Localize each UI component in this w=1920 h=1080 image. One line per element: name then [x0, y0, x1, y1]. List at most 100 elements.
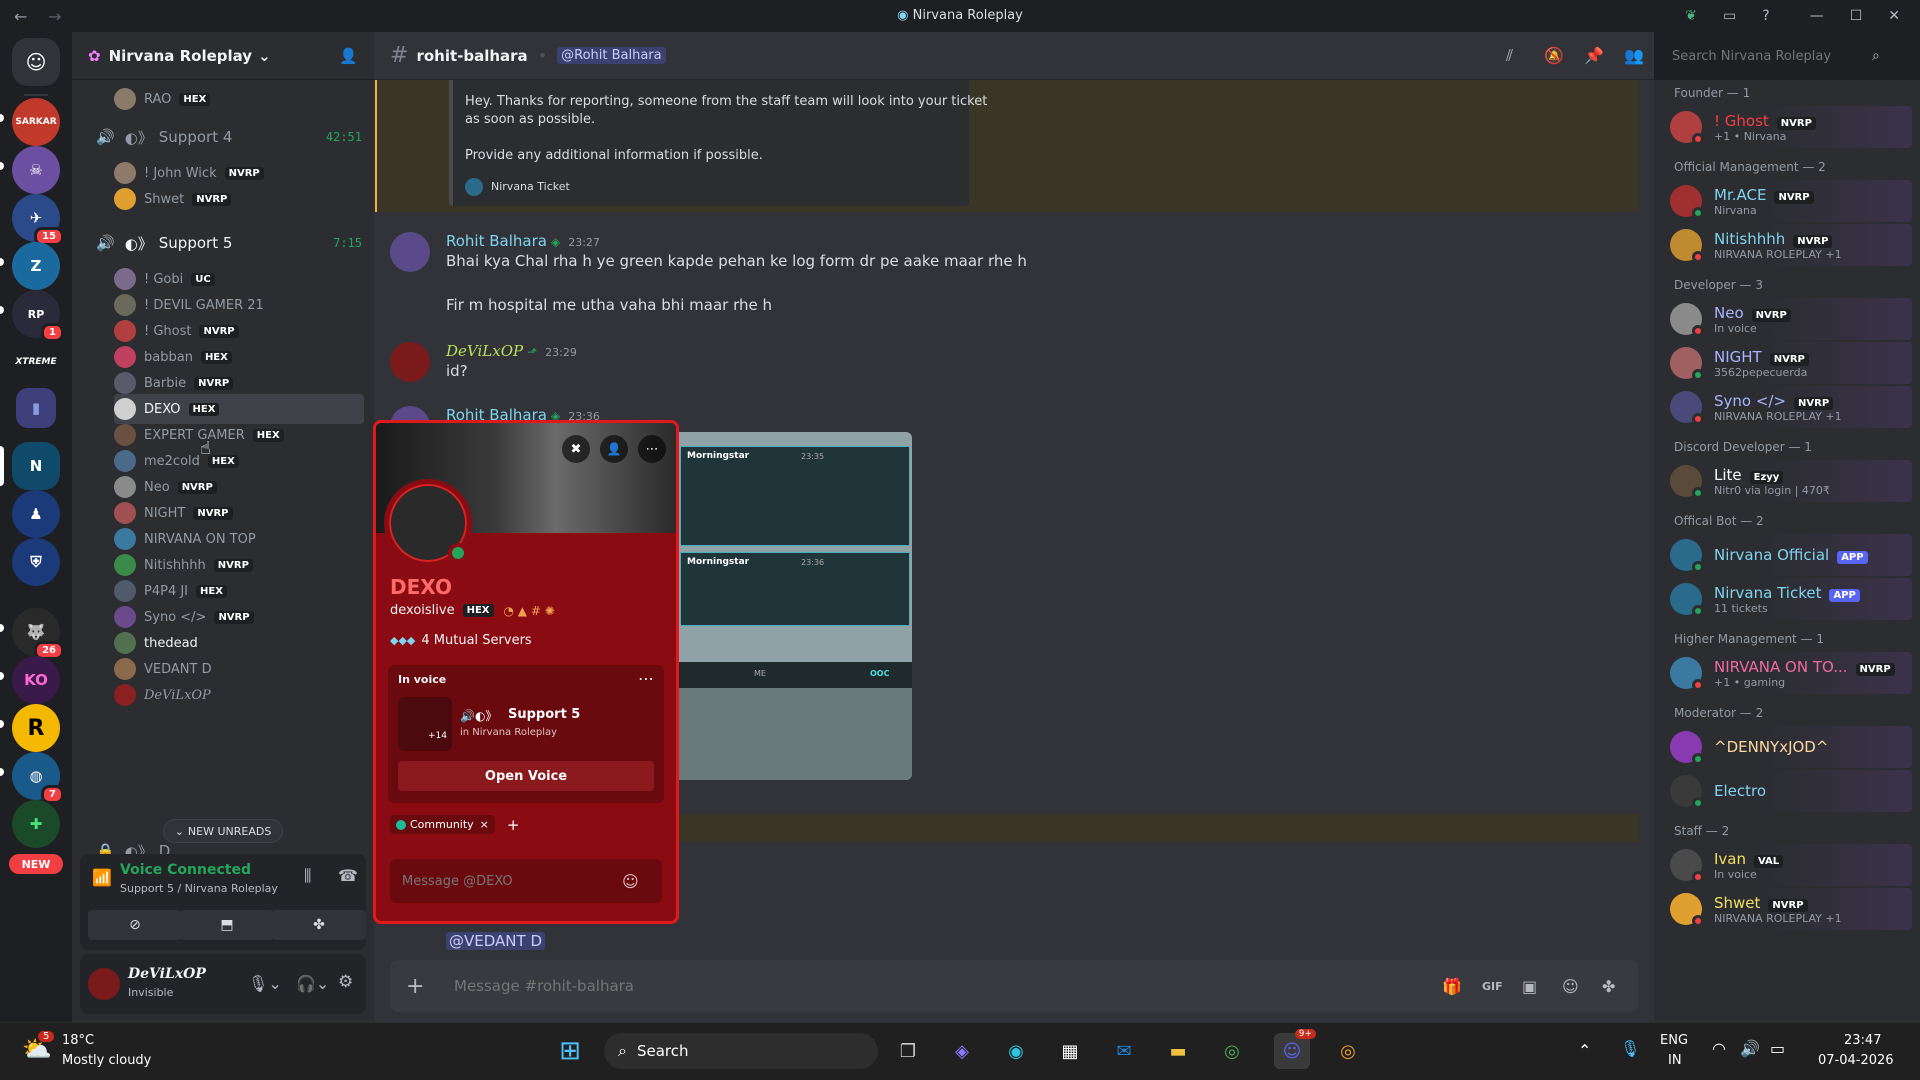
search-box[interactable]: ⌕ — [1664, 40, 1908, 72]
server-nirvana-roleplay[interactable]: N — [12, 442, 60, 490]
member-item[interactable]: ! Ghost NVRP +1 • Nirvana — [1662, 106, 1912, 148]
member-item[interactable]: Nitishhhh NVRP NIRVANA ROLEPLAY +1 — [1662, 224, 1912, 266]
server-sarkar[interactable]: SARKAR — [12, 98, 60, 146]
member-item[interactable]: Shwet NVRP NIRVANA ROLEPLAY +1 — [1662, 888, 1912, 930]
author-name[interactable]: DeViLxOP — [446, 342, 523, 360]
member-item[interactable]: NIGHT NVRP 3562pepecuerda — [1662, 342, 1912, 384]
search-input[interactable] — [1672, 48, 1872, 64]
help-icon[interactable]: ? — [1762, 8, 1769, 24]
close-button[interactable]: ✕ — [1888, 8, 1900, 24]
share-screen-button[interactable]: ⬒ — [180, 910, 274, 940]
member-item[interactable]: Nirvana Official APP — [1662, 534, 1912, 576]
more-options-icon[interactable]: ⋯ — [638, 669, 654, 688]
server-rp[interactable]: RP 1 — [12, 290, 64, 342]
notifications-muted-icon[interactable]: 🔕 — [1544, 46, 1564, 65]
taskbar-search[interactable]: ⌕ Search — [604, 1033, 878, 1069]
server-header[interactable]: ✿ Nirvana Roleplay ⌄ 👤 — [72, 32, 374, 80]
remove-role-icon[interactable]: × — [480, 818, 489, 831]
avatar[interactable] — [390, 232, 430, 272]
server-white-person[interactable]: ♟ — [12, 490, 60, 538]
member-item[interactable]: Mr.ACE NVRP Nirvana — [1662, 180, 1912, 222]
start-button[interactable]: ⊞ — [552, 1033, 588, 1069]
inbox-icon[interactable]: ▭ — [1723, 8, 1736, 24]
server-rockstar[interactable]: R — [12, 704, 60, 752]
user-mention[interactable]: @VEDANT D — [446, 932, 545, 950]
server-blue-wing[interactable]: ✈ 15 — [12, 194, 64, 246]
home-button[interactable]: ☺ — [12, 38, 60, 86]
clock-date[interactable]: 07-04-2026 — [1818, 1053, 1894, 1068]
friend-remove-icon[interactable]: ✖ — [562, 435, 590, 463]
clock-time[interactable]: 23:47 — [1844, 1033, 1881, 1048]
message-input[interactable] — [454, 977, 1442, 995]
voice-user[interactable]: RAO HEX — [114, 84, 364, 114]
voice-location[interactable]: Support 5 / Nirvana Roleplay — [120, 882, 278, 895]
open-voice-button[interactable]: Open Voice — [398, 761, 654, 791]
file-explorer-icon[interactable]: ▬ — [1160, 1033, 1196, 1069]
battery-icon[interactable]: ▭ — [1770, 1039, 1785, 1058]
member-item[interactable]: Ivan VAL In voice — [1662, 844, 1912, 886]
outlook-icon[interactable]: ✉ — [1106, 1033, 1142, 1069]
avatar[interactable] — [390, 342, 430, 382]
minimize-button[interactable]: — — [1810, 8, 1824, 24]
user-avatar[interactable] — [88, 968, 120, 1000]
member-item[interactable]: Nirvana Ticket APP 11 tickets — [1662, 578, 1912, 620]
server-z[interactable]: Z — [12, 242, 60, 290]
user-name[interactable]: DeViLxOP — [128, 966, 206, 982]
server-game-controller[interactable]: ✚ — [12, 800, 60, 848]
microphone-icon[interactable]: 🎙⌄ — [248, 974, 282, 993]
server-ko[interactable]: KO — [12, 656, 60, 704]
add-friend-icon[interactable]: 👤 — [600, 435, 628, 463]
wifi-icon[interactable]: ◠ — [1712, 1039, 1726, 1058]
more-options-icon[interactable]: ⋯ — [638, 435, 666, 463]
server-wolf[interactable]: 🐺 26 — [12, 608, 64, 660]
nitro-leaf-icon[interactable]: ❦ — [1685, 8, 1697, 24]
settings-gear-icon[interactable]: ⚙ — [338, 972, 353, 992]
voice-channel-name[interactable]: Support 5 — [508, 707, 580, 722]
noise-suppression-icon[interactable]: ⫼ — [304, 866, 311, 886]
maximize-button[interactable]: ☐ — [1850, 8, 1863, 24]
pinned-icon[interactable]: 📌 — [1584, 46, 1604, 65]
microphone-tray-icon[interactable]: 🎙 — [1620, 1039, 1640, 1058]
member-item[interactable]: NIRVANA ON TO... NVRP +1 • gaming — [1662, 652, 1912, 694]
chrome-canary-icon[interactable]: ◎ — [1330, 1033, 1366, 1069]
activities-button[interactable]: ✤ — [272, 910, 366, 940]
voice-channel-support-4[interactable]: 🔊 ◐》 Support 4 42:51 — [80, 122, 366, 152]
apps-icon[interactable]: ✤ — [1602, 977, 1638, 996]
new-server-badge[interactable]: NEW — [9, 854, 63, 874]
copilot-icon[interactable]: ◈ — [944, 1033, 980, 1069]
author-name[interactable]: Rohit Balhara — [446, 232, 547, 250]
gif-icon[interactable]: GIF — [1482, 980, 1522, 993]
voice-channel-support-5[interactable]: 🔊 ◐》 Support 5 7:15 — [80, 228, 366, 258]
member-item[interactable]: Lite Ezyy Nitr0 via login | 470₹ — [1662, 460, 1912, 502]
server-shield[interactable]: ⛨ — [12, 538, 60, 586]
server-globe[interactable]: ◍ 7 — [12, 752, 64, 804]
voice-user[interactable]: DeViLxOP — [114, 680, 364, 710]
member-list-icon[interactable]: 👥 — [1624, 46, 1644, 65]
plus-icon[interactable]: + — [406, 974, 430, 999]
new-unreads-button[interactable]: ⌄ NEW UNREADS — [163, 819, 283, 843]
add-member-icon[interactable]: 👤 — [339, 47, 358, 65]
add-role-icon[interactable]: + — [507, 816, 520, 834]
volume-icon[interactable]: 🔊 — [1740, 1039, 1760, 1058]
chrome-icon[interactable]: ◎ — [1214, 1033, 1250, 1069]
emoji-icon[interactable]: ☺ — [1562, 977, 1602, 996]
member-item[interactable]: ^DENNYxJOD^ — [1662, 726, 1912, 768]
server-purple-skull[interactable]: ☠ — [12, 146, 60, 194]
sticker-icon[interactable]: ▣ — [1522, 977, 1562, 996]
image-attachment[interactable]: Morningstar 23:35 Morningstar 23:36 ME O… — [674, 432, 912, 780]
emoji-icon[interactable]: ☺ — [622, 872, 639, 891]
gift-icon[interactable]: 🎁 — [1442, 977, 1482, 996]
member-item[interactable]: Neo NVRP In voice — [1662, 298, 1912, 340]
tray-overflow-icon[interactable]: ⌃ — [1578, 1041, 1591, 1060]
edge-icon[interactable]: ◉ — [998, 1033, 1034, 1069]
discord-taskbar-icon[interactable]: ☺ 9+ — [1274, 1029, 1316, 1069]
member-item[interactable]: Electro — [1662, 770, 1912, 812]
threads-icon[interactable]: ⫽ — [1506, 46, 1513, 66]
store-icon[interactable]: ▦ — [1052, 1033, 1088, 1069]
voice-user[interactable]: Shwet NVRP — [114, 184, 364, 214]
language-indicator[interactable]: ENG — [1660, 1033, 1688, 1048]
folder-icon[interactable]: ▮ — [16, 388, 56, 428]
voice-participants-avatars[interactable]: +14 — [398, 697, 452, 751]
channel-topic-mention[interactable]: @Rohit Balhara — [557, 47, 666, 64]
voice-status[interactable]: Voice Connected — [120, 862, 251, 878]
